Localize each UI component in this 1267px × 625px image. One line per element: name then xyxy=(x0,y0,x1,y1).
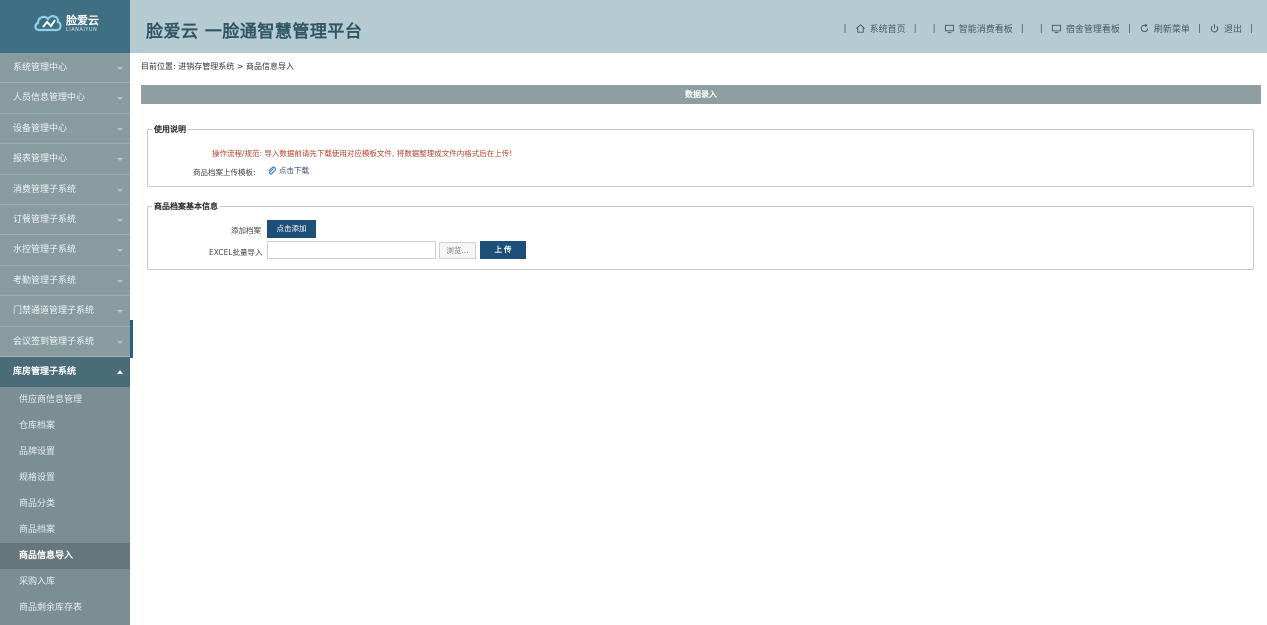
nav-logout-label: 退出 xyxy=(1223,25,1242,35)
nav-consumption-board-label: 智能消费看板 xyxy=(958,25,1013,35)
sidebar-item-water-control[interactable]: 水控管理子系统 xyxy=(0,235,130,266)
chevron-down-icon xyxy=(117,188,123,192)
template-download-link[interactable]: 点击下载 xyxy=(267,165,309,176)
chevron-down-icon xyxy=(117,127,123,131)
chevron-down-icon xyxy=(117,340,123,344)
sidebar-item-warehouse[interactable]: 库房管理子系统 xyxy=(0,356,130,388)
excel-import-label: EXCEL批量导入 xyxy=(209,248,263,257)
monitor-icon xyxy=(1051,24,1061,34)
section-title: 数据录入 xyxy=(141,85,1261,104)
sidebar-item-ordering[interactable]: 订餐管理子系统 xyxy=(0,204,130,236)
sidebar-item-label: 设备管理中心 xyxy=(13,123,68,134)
sidebar-item-label: 考勤管理子系统 xyxy=(13,275,77,286)
nav-separator: | xyxy=(1020,23,1024,34)
refresh-icon xyxy=(1140,23,1149,33)
chevron-up-icon xyxy=(117,369,123,374)
nav-dorm-board-label: 宿舍管理看板 xyxy=(1065,25,1120,35)
nav-separator: | xyxy=(1039,23,1043,34)
nav-separator: | xyxy=(932,23,936,34)
nav-consumption-board[interactable]: 智能消费看板 xyxy=(944,22,1013,35)
sidebar-subitem-brand[interactable]: 品牌设置 xyxy=(0,439,130,466)
sidebar-item-label: 水控管理子系统 xyxy=(13,245,77,256)
sidebar-collapse-handle[interactable] xyxy=(130,320,133,358)
sidebar-item-label: 订餐管理子系统 xyxy=(13,214,77,225)
nav-separator: | xyxy=(1127,23,1131,34)
sidebar-subitem-spec[interactable]: 规格设置 xyxy=(0,465,130,492)
nav-separator: | xyxy=(843,23,847,34)
sidebar-item-meeting-signin[interactable]: 会议签到管理子系统 xyxy=(0,326,130,357)
nav-refresh-menu[interactable]: 刷新菜单 xyxy=(1139,22,1190,35)
chevron-down-icon xyxy=(117,97,123,101)
sidebar-subitem-purchase-in[interactable]: 采购入库 xyxy=(0,569,130,596)
home-icon xyxy=(855,24,865,33)
nav-logout[interactable]: 退出 xyxy=(1209,22,1242,35)
product-info-legend: 商品档案基本信息 xyxy=(154,202,218,211)
sidebar-item-reports[interactable]: 报表管理中心 xyxy=(0,144,130,175)
chevron-down-icon xyxy=(117,158,123,162)
sidebar-item-label: 库房管理子系统 xyxy=(13,366,77,377)
sidebar-item-label: 消费管理子系统 xyxy=(13,184,77,195)
chevron-down-icon xyxy=(117,279,123,283)
sidebar-item-devices[interactable]: 设备管理中心 xyxy=(0,113,130,145)
browse-button[interactable]: 浏览... xyxy=(439,242,476,259)
sidebar-subitem-warehouse-archive[interactable]: 仓库档案 xyxy=(0,413,130,440)
sidebar-item-system[interactable]: 系统管理中心 xyxy=(0,53,130,84)
template-label: 商品档案上传模板: xyxy=(193,168,256,177)
usage-legend: 使用说明 xyxy=(154,125,186,134)
sidebar-item-label: 报表管理中心 xyxy=(13,154,68,165)
breadcrumb: 目前位置: 进销存管理系统 > 商品信息导入 xyxy=(141,62,295,71)
sidebar-item-label: 门禁通道管理子系统 xyxy=(13,306,95,317)
sidebar-item-attendance[interactable]: 考勤管理子系统 xyxy=(0,265,130,297)
nav-home[interactable]: 系统首页 xyxy=(855,22,906,35)
paperclip-icon xyxy=(268,166,276,175)
template-download-label: 点击下载 xyxy=(279,166,309,175)
nav-dorm-board[interactable]: 宿舍管理看板 xyxy=(1051,22,1120,35)
usage-notice: 操作流程/规范: 导入数据前请先下载使用对应模板文件, 将数据整理成文件内格式后… xyxy=(212,149,513,158)
power-icon xyxy=(1210,24,1219,33)
sidebar-subitem-supplier[interactable]: 供应商信息管理 xyxy=(0,387,130,414)
sidebar-subitem-stock-report[interactable]: 商品剩余库存表 xyxy=(0,595,130,622)
nav-home-label: 系统首页 xyxy=(869,25,906,35)
excel-file-field[interactable] xyxy=(267,241,436,259)
nav-separator: | xyxy=(1197,23,1201,34)
logo-cloud-icon xyxy=(34,15,62,32)
brand-subtitle: LIANAIYUN xyxy=(66,27,98,33)
sidebar-item-access-control[interactable]: 门禁通道管理子系统 xyxy=(0,296,130,327)
top-nav: | 系统首页 | | 智能消费看板 | | 宿舍管理看板 | 刷新菜单 | 退出… xyxy=(836,22,1261,36)
nav-separator: | xyxy=(913,23,917,34)
add-archive-label: 添加档案 xyxy=(231,226,261,235)
chevron-down-icon xyxy=(117,310,123,314)
chevron-down-icon xyxy=(117,249,123,253)
chevron-down-icon xyxy=(117,218,123,222)
monitor-icon xyxy=(944,24,954,34)
sidebar: 系统管理中心 人员信息管理中心 设备管理中心 报表管理中心 消费管理子系统 订餐… xyxy=(0,53,130,625)
app-title: 脸爱云 一脸通智慧管理平台 xyxy=(146,22,363,42)
nav-refresh-menu-label: 刷新菜单 xyxy=(1153,25,1190,35)
sidebar-subitem-product-import[interactable]: 商品信息导入 xyxy=(0,543,130,570)
nav-separator: | xyxy=(1249,23,1253,34)
chevron-down-icon xyxy=(117,67,123,70)
sidebar-subitem-product-archive[interactable]: 商品档案 xyxy=(0,517,130,544)
brand-name: 脸爱云 xyxy=(66,14,99,27)
sidebar-item-personnel[interactable]: 人员信息管理中心 xyxy=(0,83,130,114)
top-header: 脸爱云 LIANAIYUN 脸爱云 一脸通智慧管理平台 | 系统首页 | | 智… xyxy=(0,0,1267,53)
logo: 脸爱云 LIANAIYUN xyxy=(0,0,130,53)
sidebar-item-label: 系统管理中心 xyxy=(13,63,68,73)
sidebar-item-label: 人员信息管理中心 xyxy=(13,93,86,104)
sidebar-item-label: 会议签到管理子系统 xyxy=(13,336,95,347)
add-archive-button[interactable]: 点击添加 xyxy=(267,220,316,238)
sidebar-subitem-category[interactable]: 商品分类 xyxy=(0,491,130,518)
sidebar-item-consumption[interactable]: 消费管理子系统 xyxy=(0,174,130,205)
upload-button[interactable]: 上 传 xyxy=(480,241,526,259)
